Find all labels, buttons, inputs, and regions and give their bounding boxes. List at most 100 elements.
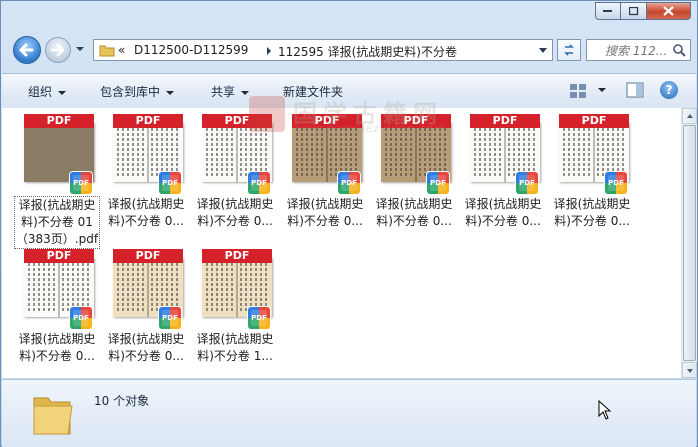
file-item[interactable]: PDF PDF 译报(抗战期史料)不分卷 0... — [14, 249, 100, 365]
pdf-app-badge-icon: PDF — [605, 172, 627, 194]
minimize-icon — [603, 10, 612, 12]
breadcrumb-current[interactable]: 112595 译报(抗战期史料)不分卷 — [278, 43, 457, 60]
breadcrumb-separator-icon[interactable] — [266, 47, 272, 55]
help-button[interactable]: ? — [660, 81, 678, 99]
view-options-icon[interactable] — [569, 82, 589, 100]
details-pane: 10 个对象 — [2, 379, 696, 447]
navigation-bar: « D112500-D112599 112595 译报(抗战期史料)不分卷 — [9, 35, 693, 65]
file-item[interactable]: PDF PDF 译报(抗战期史料)不分卷 0... — [103, 249, 189, 365]
new-folder-button[interactable]: 新建文件夹 — [283, 83, 343, 100]
text-column-mark — [53, 263, 55, 313]
text-column-mark — [439, 128, 441, 178]
file-name: 译报(抗战期史料)不分卷 0... — [107, 197, 185, 228]
text-column-mark — [122, 128, 124, 178]
file-name: 译报(抗战期史料)不分卷 0... — [375, 197, 453, 228]
scroll-down-button[interactable] — [682, 362, 697, 378]
pdf-ribbon-label: PDF — [381, 114, 451, 128]
vertical-scrollbar[interactable] — [681, 108, 697, 378]
share-menu[interactable]: 共享 — [211, 83, 250, 100]
text-column-mark — [211, 128, 213, 178]
text-column-mark — [265, 128, 267, 178]
page-fold-line — [147, 122, 149, 182]
text-column-mark — [607, 128, 609, 178]
text-column-mark — [400, 128, 402, 178]
back-arrow-icon — [19, 43, 34, 57]
text-column-mark — [311, 128, 313, 178]
refresh-icon — [564, 44, 574, 56]
file-item[interactable]: PDF PDF 译报(抗战期史料)不分卷 0... — [549, 114, 635, 230]
file-item[interactable]: PDF PDF 译报(抗战期史料)不分卷 01（383页）.pdf — [14, 114, 100, 249]
file-item[interactable]: PDF PDF 译报(抗战期史料)不分卷 0... — [460, 114, 546, 230]
text-column-mark — [38, 263, 40, 313]
text-column-mark — [156, 128, 158, 178]
text-column-mark — [250, 128, 252, 178]
text-column-mark — [245, 263, 247, 313]
text-column-mark — [151, 128, 153, 178]
pdf-thumbnail: PDF PDF — [377, 114, 451, 194]
pdf-badge-glyph: PDF — [430, 175, 446, 191]
scrollbar-thumb[interactable] — [683, 125, 696, 361]
text-column-mark — [563, 128, 565, 178]
page-fold-line — [415, 122, 417, 182]
address-bar[interactable]: « D112500-D112599 112595 译报(抗战期史料)不分卷 — [93, 39, 553, 61]
text-column-mark — [72, 263, 74, 313]
text-column-mark — [33, 263, 35, 313]
close-button[interactable] — [647, 2, 691, 20]
text-column-mark — [206, 263, 208, 313]
chevron-down-icon — [58, 90, 67, 95]
file-item[interactable]: PDF PDF 译报(抗战期史料)不分卷 0... — [282, 114, 368, 230]
forward-arrow-icon — [50, 43, 65, 57]
text-column-mark — [410, 128, 412, 178]
forward-button[interactable] — [45, 37, 71, 63]
back-button[interactable] — [13, 36, 41, 64]
address-overflow-chevron[interactable]: « — [118, 43, 125, 57]
search-icon[interactable] — [672, 43, 686, 57]
pdf-app-badge-icon: PDF — [516, 172, 538, 194]
address-history-dropdown[interactable] — [536, 42, 550, 58]
text-column-mark — [260, 263, 262, 313]
breadcrumb-parent[interactable]: D112500-D112599 — [134, 43, 248, 57]
pdf-thumbnail: PDF PDF — [555, 114, 629, 194]
text-column-mark — [612, 128, 614, 178]
text-column-mark — [597, 128, 599, 178]
explorer-window: « D112500-D112599 112595 译报(抗战期史料)不分卷 组织… — [0, 0, 698, 447]
text-column-mark — [67, 263, 69, 313]
preview-pane-icon[interactable] — [626, 82, 644, 98]
text-column-mark — [622, 128, 624, 178]
text-column-mark — [395, 128, 397, 178]
text-column-mark — [211, 263, 213, 313]
command-bar: 组织 包含到库中 共享 新建文件夹 ? — [2, 73, 696, 109]
text-column-mark — [137, 128, 139, 178]
file-name: 译报(抗战期史料)不分卷 0... — [107, 332, 185, 363]
file-list-pane[interactable]: PDF PDF 译报(抗战期史料)不分卷 01（383页）.pdf PDF PDF 译报(… — [2, 108, 681, 378]
text-column-mark — [489, 128, 491, 178]
file-item[interactable]: PDF PDF 译报(抗战期史料)不分卷 1... — [192, 249, 278, 365]
close-icon — [663, 6, 674, 16]
text-column-mark — [424, 128, 426, 178]
maximize-button[interactable] — [621, 2, 647, 20]
pdf-badge-glyph: PDF — [162, 310, 178, 326]
scroll-up-button[interactable] — [682, 108, 697, 124]
text-column-mark — [316, 128, 318, 178]
organize-menu[interactable]: 组织 — [28, 83, 67, 100]
file-item[interactable]: PDF PDF 译报(抗战期史料)不分卷 0... — [371, 114, 457, 230]
minimize-button[interactable] — [595, 2, 621, 20]
file-item[interactable]: PDF PDF 译报(抗战期史料)不分卷 0... — [103, 114, 189, 230]
recent-pages-dropdown-icon[interactable] — [75, 44, 85, 54]
text-column-mark — [301, 128, 303, 178]
search-box[interactable] — [586, 39, 693, 62]
pdf-ribbon-label: PDF — [113, 249, 183, 263]
chevron-down-icon — [166, 90, 175, 95]
text-column-mark — [206, 128, 208, 178]
text-column-mark — [474, 128, 476, 178]
text-column-mark — [77, 263, 79, 313]
pdf-thumbnail: PDF PDF — [198, 114, 272, 194]
text-column-mark — [255, 263, 257, 313]
view-options-dropdown-icon[interactable] — [598, 88, 606, 92]
include-in-library-menu[interactable]: 包含到库中 — [100, 83, 175, 100]
page-fold-line — [58, 257, 60, 317]
file-name: 译报(抗战期史料)不分卷 0... — [464, 197, 542, 228]
refresh-button[interactable] — [557, 39, 581, 61]
pdf-badge-glyph: PDF — [251, 310, 267, 326]
file-item[interactable]: PDF PDF 译报(抗战期史料)不分卷 0... — [192, 114, 278, 230]
